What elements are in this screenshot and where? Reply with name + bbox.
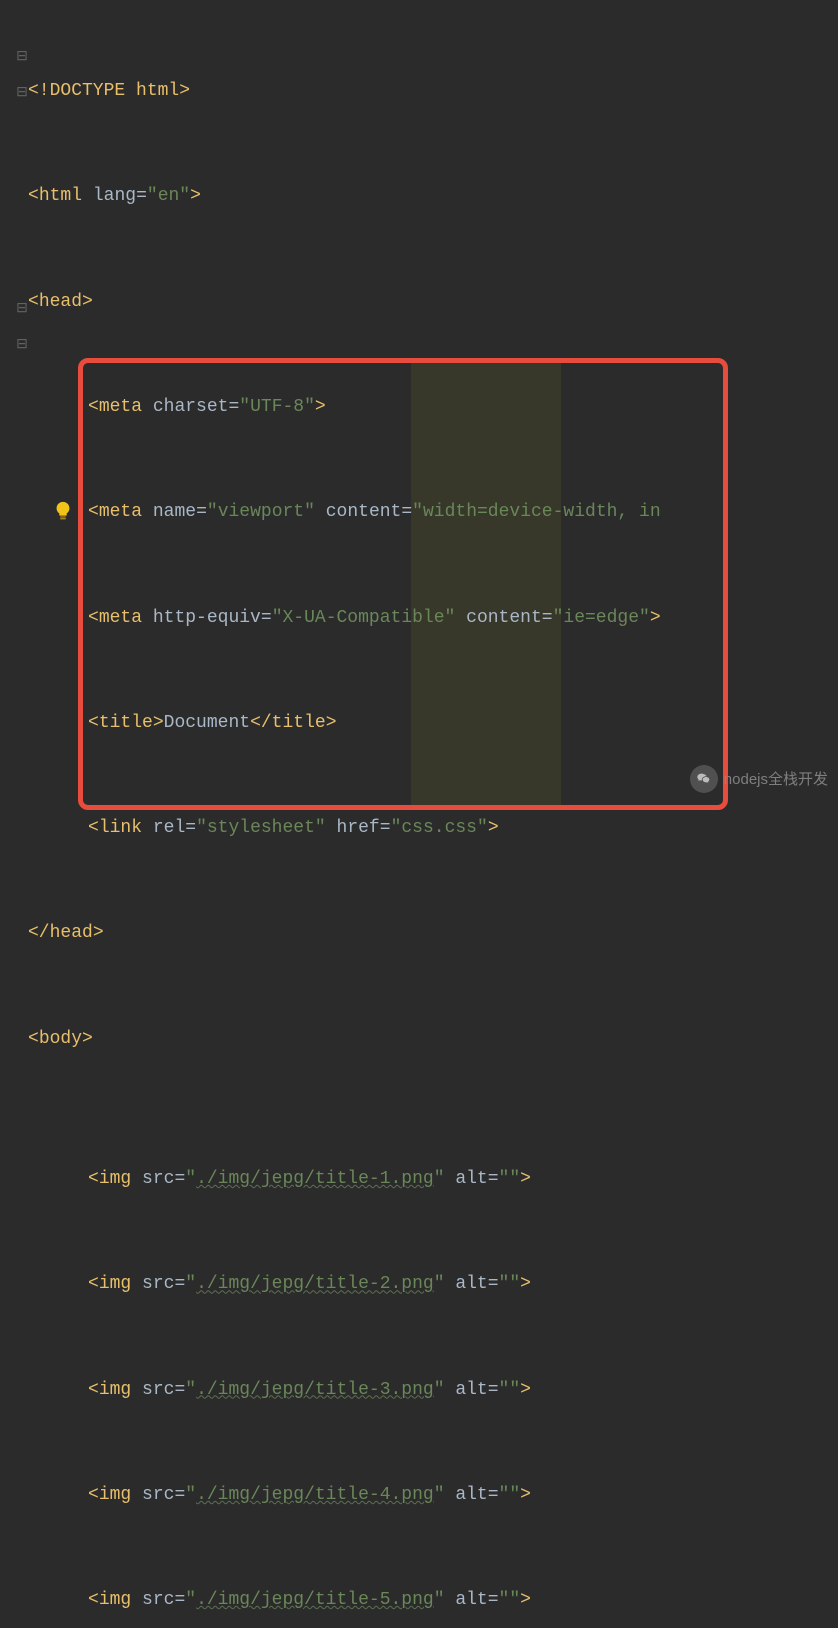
watermark-text: nodejs全栈开发 bbox=[724, 765, 828, 794]
code-line[interactable]: <title>Document</title> bbox=[28, 706, 838, 741]
code-editor[interactable]: <!DOCTYPE html> <html lang="en"> <head> … bbox=[0, 0, 838, 1628]
code-line[interactable]: </head> bbox=[28, 916, 838, 951]
doctype: <!DOCTYPE html> bbox=[28, 81, 190, 101]
code-line[interactable]: <head> bbox=[28, 285, 838, 320]
code-line[interactable]: <html lang="en"> bbox=[28, 179, 838, 214]
code-line[interactable]: <img src="./img/jepg/title-5.png" alt=""… bbox=[28, 1583, 838, 1618]
code-line[interactable]: <meta charset="UTF-8"> bbox=[28, 390, 838, 425]
code-line[interactable]: <link rel="stylesheet" href="css.css"> bbox=[28, 811, 838, 846]
code-line[interactable]: <img src="./img/jepg/title-1.png" alt=""… bbox=[28, 1162, 838, 1197]
wechat-icon bbox=[690, 765, 718, 793]
code-line[interactable]: <meta http-equiv="X-UA-Compatible" conte… bbox=[28, 601, 838, 636]
intention-bulb-icon[interactable] bbox=[52, 500, 74, 522]
code-line[interactable]: <meta name="viewport" content="width=dev… bbox=[28, 495, 838, 530]
watermark: nodejs全栈开发 bbox=[690, 765, 828, 794]
code-line[interactable]: <img src="./img/jepg/title-3.png" alt=""… bbox=[28, 1373, 838, 1408]
code-line[interactable]: <img src="./img/jepg/title-2.png" alt=""… bbox=[28, 1267, 838, 1302]
code-line[interactable]: <img src="./img/jepg/title-4.png" alt=""… bbox=[28, 1478, 838, 1513]
code-line[interactable]: <!DOCTYPE html> bbox=[28, 74, 838, 109]
code-line[interactable]: <body> bbox=[28, 1022, 838, 1057]
